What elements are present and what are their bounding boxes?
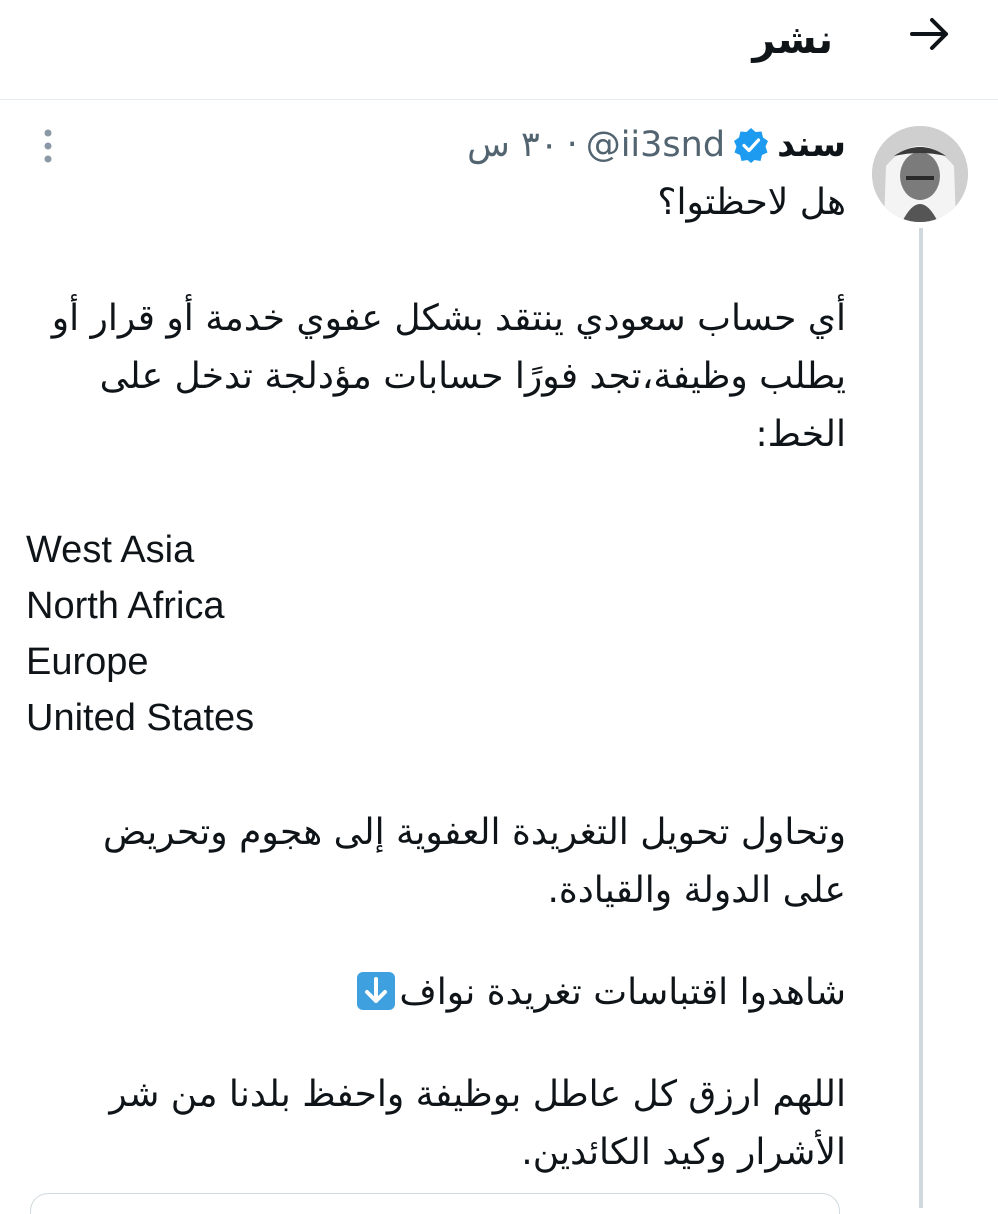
region-line: West Asia bbox=[26, 529, 195, 571]
tweet-text: هل لاحظتوا؟ أي حساب سعودي ينتقد بشكل عفو… bbox=[26, 174, 846, 1182]
text-line: أي حساب سعودي ينتقد بشكل عفوي خدمة أو قر… bbox=[51, 298, 846, 339]
region-line: Europe bbox=[26, 641, 149, 683]
avatar[interactable] bbox=[872, 126, 968, 222]
quoted-card[interactable] bbox=[30, 1193, 840, 1214]
text-line: اللهم ارزق كل عاطل بوظيفة واحفظ بلدنا من… bbox=[109, 1074, 846, 1115]
thread-line bbox=[919, 228, 923, 1208]
text-segment: شاهدوا اقتباسات تغريدة نواف bbox=[399, 972, 846, 1013]
display-name[interactable]: سند bbox=[777, 120, 846, 170]
page-title: نشر bbox=[752, 17, 833, 63]
text-line: وتحاول تحويل التغريدة العفوية إلى هجوم و… bbox=[103, 812, 846, 853]
separator-dot: · bbox=[566, 125, 578, 165]
text-line-with-emoji: شاهدوا اقتباسات تغريدة نواف bbox=[26, 964, 846, 1022]
text-line: يطلب وظيفة،تجد فورًا حسابات مؤدلجة تدخل … bbox=[99, 356, 846, 397]
handle[interactable]: @ii3snd bbox=[586, 120, 725, 170]
down-arrow-emoji-icon bbox=[357, 972, 396, 1010]
timestamp[interactable]: ٣٠ س bbox=[467, 120, 558, 170]
verified-badge-icon bbox=[733, 127, 769, 163]
region-line: United States bbox=[26, 697, 255, 739]
arrow-right-icon bbox=[908, 14, 952, 58]
text-line: هل لاحظتوا؟ bbox=[657, 182, 846, 223]
top-bar: نشر bbox=[0, 0, 998, 100]
more-vertical-icon bbox=[43, 129, 53, 167]
tweet-header: سند @ii3snd · ٣٠ س bbox=[467, 120, 846, 170]
tweet[interactable]: سند @ii3snd · ٣٠ س هل لاحظتوا؟ أي حساب س… bbox=[0, 100, 998, 1214]
region-line: North Africa bbox=[26, 585, 225, 627]
text-line: الأشرار وكيد الكائدين. bbox=[521, 1132, 846, 1173]
more-button[interactable] bbox=[34, 128, 62, 168]
text-line: على الدولة والقيادة. bbox=[547, 870, 846, 911]
text-line: الخط: bbox=[755, 414, 846, 455]
back-button[interactable] bbox=[900, 14, 960, 58]
